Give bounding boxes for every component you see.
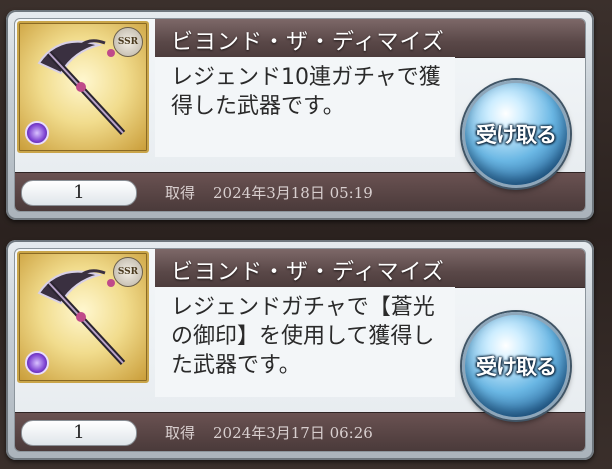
- title-bar: ビヨンド・ザ・ディマイズ: [155, 19, 585, 58]
- quantity-field: 1: [21, 180, 137, 206]
- description-panel: レジェンド10連ガチャで獲得した武器です。: [155, 57, 455, 157]
- dark-element-icon: [25, 121, 49, 145]
- acquired-label: 取得: [165, 184, 196, 202]
- acquired-date: 2024年3月18日 05:19: [213, 184, 373, 202]
- receive-button-label: 受け取る: [476, 355, 557, 379]
- description-panel: レジェンドガチャで【蒼光の御印】を使用して獲得した武器です。: [155, 287, 455, 397]
- item-description: レジェンド10連ガチャで獲得した武器です。: [171, 65, 441, 119]
- weapon-thumbnail[interactable]: SSR: [17, 21, 149, 153]
- receive-button[interactable]: 受け取る: [462, 312, 570, 420]
- reward-card: SSR ビヨンド・ザ・ディマイズ レジェンドガチャで【蒼光の御印】を使用して獲得…: [6, 240, 594, 460]
- receive-button[interactable]: 受け取る: [462, 80, 570, 188]
- acquired-info: 取得 2024年3月17日 06:26: [165, 422, 373, 443]
- rewards-screen: { "rewards": [ { "title": "ビヨンド・ザ・ディマイズ"…: [0, 0, 612, 469]
- receive-button-label: 受け取る: [476, 123, 557, 147]
- item-description: レジェンドガチャで【蒼光の御印】を使用して獲得した武器です。: [171, 295, 435, 378]
- acquired-date: 2024年3月17日 06:26: [213, 424, 373, 442]
- info-bar: 1 取得 2024年3月17日 06:26: [15, 412, 585, 451]
- acquired-label: 取得: [165, 424, 196, 442]
- reward-card: SSR ビヨンド・ザ・ディマイズ レジェンド10連ガチャで獲得した武器です。 1…: [6, 10, 594, 220]
- item-title: ビヨンド・ザ・ディマイズ: [171, 30, 445, 55]
- dark-element-icon: [25, 351, 49, 375]
- title-bar: ビヨンド・ザ・ディマイズ: [155, 249, 585, 288]
- item-title: ビヨンド・ザ・ディマイズ: [171, 260, 445, 285]
- quantity-field: 1: [21, 420, 137, 446]
- rarity-badge: SSR: [113, 257, 143, 287]
- rarity-badge: SSR: [113, 27, 143, 57]
- acquired-info: 取得 2024年3月18日 05:19: [165, 182, 373, 203]
- weapon-thumbnail[interactable]: SSR: [17, 251, 149, 383]
